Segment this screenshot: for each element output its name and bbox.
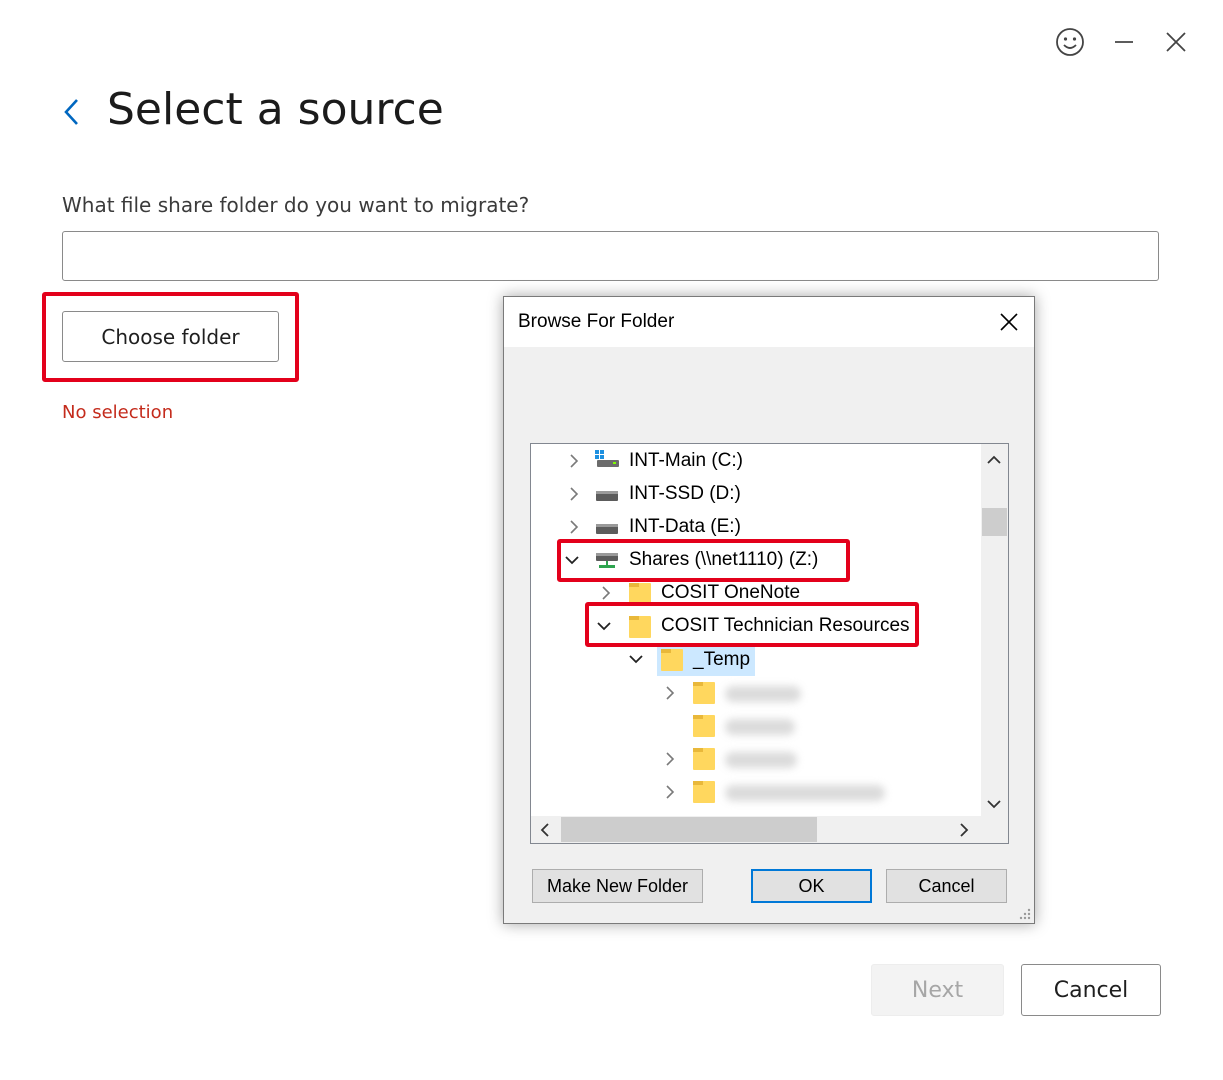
tree-item-cosit-technician-resources[interactable]: COSIT Technician Resources [661, 609, 910, 642]
redacted-folder-name [725, 752, 797, 768]
drive-icon [596, 524, 618, 534]
network-drive-icon [596, 553, 618, 568]
close-icon [1000, 313, 1018, 331]
cancel-button[interactable]: Cancel [1021, 964, 1161, 1016]
tree-item-cosit-onenote[interactable]: COSIT OneNote [661, 576, 800, 609]
folder-icon [693, 781, 715, 803]
tree-item-int-data[interactable]: INT-Data (E:) [629, 510, 741, 543]
expand-chevron-icon[interactable] [599, 586, 613, 600]
folder-icon [693, 715, 715, 737]
feedback-button[interactable] [1052, 26, 1088, 58]
ok-button[interactable]: OK [751, 869, 872, 903]
expand-chevron-icon[interactable] [663, 686, 677, 700]
folder-icon [629, 583, 651, 605]
dialog-title: Browse For Folder [518, 311, 675, 332]
expand-chevron-icon[interactable] [567, 520, 581, 534]
dialog-close-button[interactable] [992, 305, 1026, 339]
minimize-icon [1115, 41, 1133, 43]
dialog-cancel-button[interactable]: Cancel [886, 869, 1007, 903]
collapse-chevron-icon[interactable] [565, 553, 579, 567]
tree-item-temp[interactable]: _Temp [693, 643, 750, 676]
folder-icon [693, 748, 715, 770]
tree-item-int-main[interactable]: INT-Main (C:) [629, 444, 743, 477]
tree-item-int-ssd[interactable]: INT-SSD (D:) [629, 477, 741, 510]
make-new-folder-button[interactable]: Make New Folder [532, 869, 703, 903]
question-label: What file share folder do you want to mi… [62, 193, 530, 217]
vertical-scroll-thumb[interactable] [982, 508, 1007, 536]
redacted-folder-name [725, 686, 801, 702]
expand-chevron-icon[interactable] [663, 752, 677, 766]
chevron-left-icon [64, 99, 78, 125]
folder-icon [661, 649, 683, 671]
system-drive-icon [595, 450, 619, 467]
collapse-chevron-icon[interactable] [629, 652, 643, 666]
folder-path-input[interactable] [62, 231, 1159, 281]
resize-grip-icon[interactable] [1017, 906, 1031, 920]
expand-chevron-icon[interactable] [567, 454, 581, 468]
expand-chevron-icon[interactable] [567, 487, 581, 501]
back-button[interactable] [56, 92, 88, 132]
folder-tree[interactable]: INT-Main (C:) INT-SSD (D:) INT-Data (E:)… [530, 443, 1009, 844]
folder-icon [693, 682, 715, 704]
choose-folder-button[interactable]: Choose folder [62, 311, 279, 362]
vertical-scrollbar[interactable] [981, 444, 1008, 816]
dialog-titlebar: Browse For Folder [504, 297, 1034, 347]
horizontal-scrollbar[interactable] [531, 816, 1008, 843]
redacted-folder-name [725, 719, 795, 735]
smiley-icon [1056, 28, 1084, 56]
scroll-right-arrow-icon[interactable] [959, 823, 969, 842]
expand-chevron-icon[interactable] [663, 785, 677, 799]
tree-item-shares[interactable]: Shares (\\net1110) (Z:) [629, 543, 818, 576]
page-title: Select a source [107, 84, 444, 135]
scroll-up-arrow-icon[interactable] [987, 452, 1001, 470]
minimize-button[interactable] [1106, 26, 1142, 58]
folder-icon [629, 616, 651, 638]
horizontal-scroll-thumb[interactable] [561, 817, 817, 842]
close-button[interactable] [1158, 26, 1194, 58]
redacted-folder-name [725, 785, 885, 801]
browse-for-folder-dialog: Browse For Folder INT-Main (C:) INT-SSD … [503, 296, 1035, 924]
selection-status: No selection [62, 402, 174, 423]
scroll-down-arrow-icon[interactable] [987, 796, 1001, 814]
next-button[interactable]: Next [871, 964, 1004, 1016]
scrollbar-corner [981, 816, 1008, 843]
scroll-left-arrow-icon[interactable] [540, 823, 550, 842]
drive-icon [596, 491, 618, 501]
collapse-chevron-icon[interactable] [597, 619, 611, 633]
close-icon [1166, 32, 1186, 52]
